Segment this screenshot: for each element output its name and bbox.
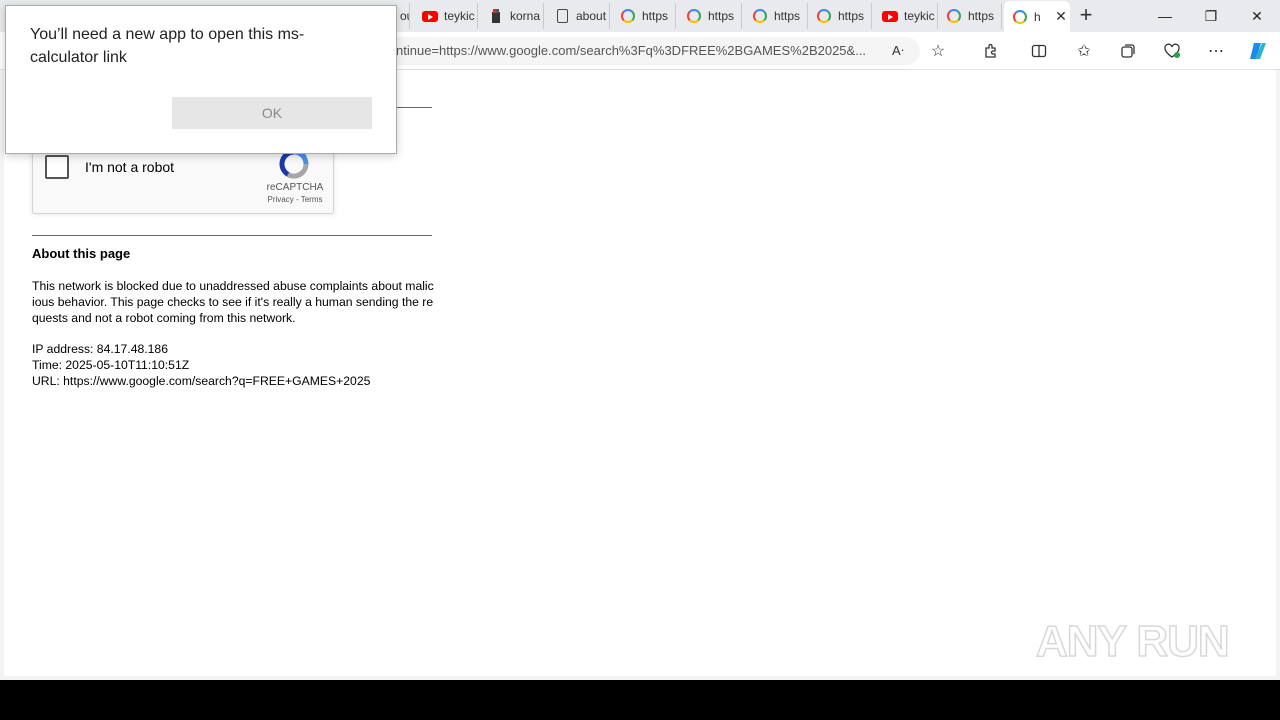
more-icon: ⋯	[1208, 43, 1224, 60]
tab-3[interactable]: about	[546, 3, 610, 29]
youtube-icon	[882, 8, 898, 24]
dialog-message: You’ll need a new app to open this ms-ca…	[30, 26, 305, 66]
favorites-icon: ✩	[1077, 43, 1091, 60]
read-aloud-button[interactable]: Aᐧ	[884, 37, 912, 65]
copilot-button[interactable]	[1244, 37, 1272, 65]
read-aloud-icon: Aᐧ	[892, 43, 904, 58]
youtube-icon	[422, 8, 438, 24]
puzzle-icon	[985, 43, 996, 58]
tab-label: h	[1034, 9, 1041, 24]
tab-label: https	[774, 9, 801, 23]
page-viewport: I'm not a robot reCAPTCHA Privacy - Term…	[4, 70, 1276, 676]
tab-7[interactable]: https	[808, 3, 872, 29]
about-title: About this page	[32, 246, 131, 261]
favorites-button[interactable]: ✩	[1070, 37, 1098, 65]
star-icon: ☆	[930, 43, 946, 60]
tab-label: teykic	[444, 9, 475, 23]
favorite-button[interactable]: ☆	[924, 37, 952, 65]
open-app-dialog: You’ll need a new app to open this ms-ca…	[5, 5, 397, 154]
browser-essentials-button[interactable]	[1158, 37, 1186, 65]
split-screen-icon	[1031, 44, 1047, 58]
recaptcha-checkbox[interactable]	[45, 155, 69, 179]
google-icon	[946, 8, 962, 24]
recaptcha-label: I'm not a robot	[85, 159, 175, 175]
tab-label: https	[968, 9, 995, 23]
split-screen-button[interactable]	[1025, 37, 1053, 65]
tab-label: https	[838, 9, 865, 23]
tab-2[interactable]: korna	[480, 3, 544, 29]
copilot-icon	[1250, 43, 1266, 59]
google-icon	[1012, 9, 1028, 25]
address-url: ntinue=https://www.google.com/search%3Fq…	[396, 43, 867, 58]
google-icon	[620, 8, 636, 24]
google-icon	[752, 8, 768, 24]
restore-button[interactable]: ❐	[1188, 0, 1234, 32]
tab-label: https	[642, 9, 669, 23]
new-tab-button[interactable]: +	[1074, 4, 1098, 28]
tab-6[interactable]: https	[744, 3, 808, 29]
recaptcha-privacy-terms-links[interactable]: Privacy - Terms	[263, 195, 327, 204]
tab-label: about	[576, 9, 607, 23]
collections-button[interactable]	[1114, 37, 1142, 65]
close-window-button[interactable]: ✕	[1234, 0, 1280, 32]
tab-label: https	[708, 9, 735, 23]
about-description: This network is blocked due to unaddress…	[32, 279, 434, 325]
ok-button[interactable]: OK	[172, 97, 372, 129]
blocked-url: URL: https://www.google.com/search?q=FRE…	[32, 374, 371, 388]
tab-8[interactable]: teykic	[874, 3, 938, 29]
watermark-text: ANY RUN	[1036, 617, 1229, 666]
timestamp: Time: 2025-05-10T11:10:51Z	[32, 358, 190, 372]
document-icon	[554, 8, 570, 24]
collections-icon	[1121, 44, 1135, 58]
google-icon	[686, 8, 702, 24]
tab-4[interactable]: https	[612, 3, 676, 29]
extensions-button[interactable]	[977, 37, 1005, 65]
anyrun-watermark: ANY RUN	[1036, 616, 1230, 667]
app-icon	[488, 8, 504, 24]
tab-active[interactable]: h ✕	[1004, 1, 1070, 32]
minimize-button[interactable]: —	[1142, 0, 1188, 32]
recaptcha-widget: I'm not a robot reCAPTCHA Privacy - Term…	[32, 144, 334, 214]
recaptcha-brand: reCAPTCHA	[266, 182, 324, 193]
tab-9[interactable]: https	[938, 3, 1002, 29]
ip-address: IP address: 84.17.48.186	[32, 342, 168, 356]
tab-1[interactable]: teykic	[414, 3, 478, 29]
tab-label: teykic	[904, 9, 935, 23]
google-icon	[816, 8, 832, 24]
tab-label: korna	[510, 9, 541, 23]
divider	[32, 235, 432, 236]
tab-close-icon[interactable]: ✕	[1052, 8, 1070, 25]
tab-5[interactable]: https	[678, 3, 742, 29]
heart-pulse-icon	[1164, 43, 1180, 58]
settings-menu-button[interactable]: ⋯	[1202, 37, 1230, 65]
